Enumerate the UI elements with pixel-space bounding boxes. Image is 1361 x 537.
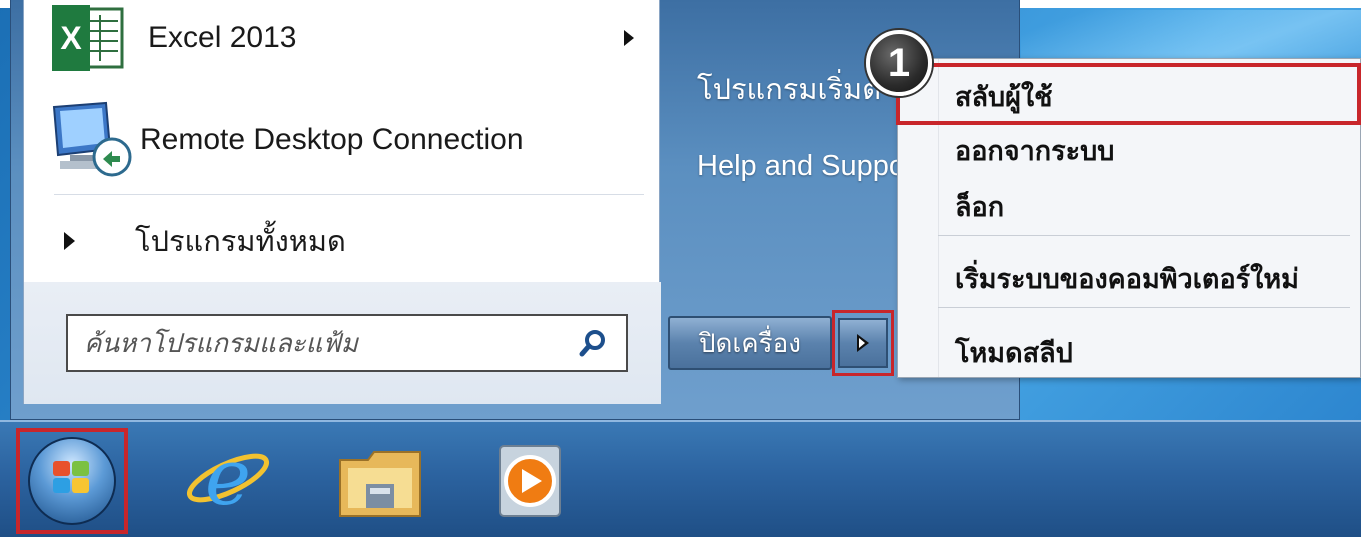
excel-icon: X (48, 5, 126, 71)
submenu-arrow-icon (624, 30, 634, 46)
step-number-badge: 1 (866, 30, 932, 96)
shutdown-options-inner (838, 318, 888, 368)
menu-item-switch-user[interactable]: สลับผู้ใช้ (955, 75, 1053, 118)
svg-text:X: X (60, 20, 82, 56)
windows-logo-icon (28, 437, 116, 525)
menu-item-lock[interactable]: ล็อก (955, 185, 1004, 228)
search-box[interactable] (66, 314, 628, 372)
menu-separator (938, 235, 1350, 236)
triangle-right-icon (64, 232, 75, 250)
all-programs-label: โปรแกรมทั้งหมด (135, 226, 346, 258)
program-item-excel[interactable]: X Excel 2013 (24, 5, 661, 71)
svg-text:e: e (205, 438, 251, 523)
search-area (24, 282, 661, 404)
start-menu-left-pane: X Excel 2013 Remote Desktop Connection โ… (23, 0, 661, 404)
search-icon[interactable] (578, 328, 608, 358)
search-input[interactable] (68, 315, 578, 371)
taskbar: e (0, 420, 1361, 537)
media-player-icon[interactable] (484, 438, 576, 524)
help-and-support-link[interactable]: Help and Suppo (697, 150, 905, 183)
all-programs-button[interactable]: โปรแกรมทั้งหมด (24, 210, 661, 272)
remote-desktop-icon (48, 101, 134, 179)
menu-item-sleep[interactable]: โหมดสลีป (955, 331, 1073, 374)
menu-item-log-off[interactable]: ออกจากระบบ (955, 129, 1114, 172)
menu-item-restart[interactable]: เริ่มระบบของคอมพิวเตอร์ใหม่ (955, 257, 1299, 300)
divider (54, 194, 644, 195)
default-programs-link[interactable]: โปรแกรมเริ่มต้ (697, 66, 881, 112)
file-explorer-icon[interactable] (334, 438, 426, 524)
shutdown-button[interactable]: ปิดเครื่อง (668, 316, 832, 370)
menu-separator (938, 307, 1350, 308)
program-item-remote-desktop[interactable]: Remote Desktop Connection (24, 100, 661, 180)
arrow-right-icon (857, 334, 869, 352)
start-button[interactable] (16, 428, 128, 534)
shutdown-options-button[interactable] (832, 310, 894, 376)
power-options-menu: สลับผู้ใช้ ออกจากระบบ ล็อก เริ่มระบบของค… (896, 58, 1361, 378)
program-label: Excel 2013 (148, 21, 297, 54)
program-label: Remote Desktop Connection (140, 123, 524, 156)
internet-explorer-icon[interactable]: e (182, 433, 274, 524)
